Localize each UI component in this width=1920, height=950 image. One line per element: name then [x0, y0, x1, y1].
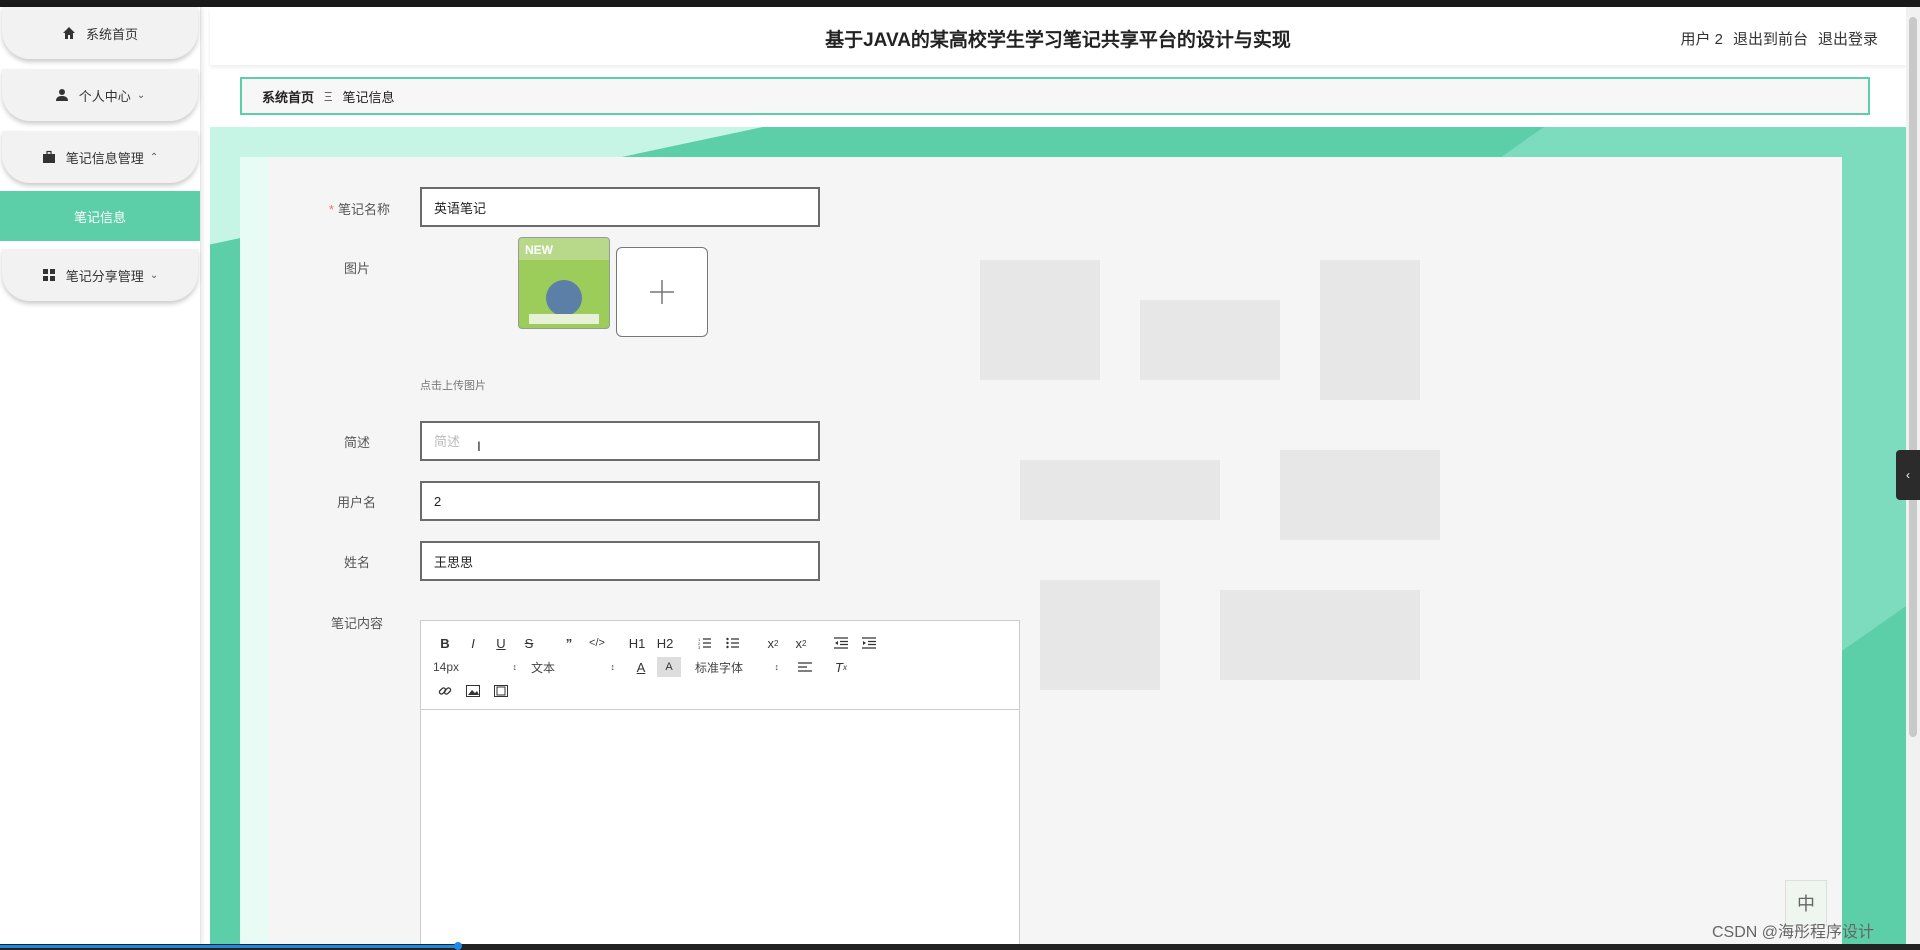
sidebar-subitem-label: 笔记信息 — [73, 209, 126, 225]
heading-2-button[interactable]: H2 — [653, 633, 677, 653]
username-input[interactable] — [420, 481, 820, 521]
briefcase-icon — [42, 150, 56, 164]
upload-image-button[interactable] — [616, 247, 708, 337]
uploaded-image-thumbnail[interactable]: NEW — [518, 237, 610, 329]
background-watermark-art — [980, 260, 1440, 690]
book-cover-image: NEW — [519, 238, 609, 328]
description-label: 简述 — [343, 435, 370, 450]
font-size-select[interactable]: 14px ↕ — [433, 660, 517, 674]
ordered-list-icon[interactable]: 123 — [693, 633, 717, 653]
breadcrumb-separator: Ξ — [324, 88, 333, 104]
real-name-label: 姓名 — [343, 555, 370, 570]
taskbar-progress-dot — [454, 942, 462, 950]
upload-hint-text: 点击上传图片 — [420, 380, 486, 392]
italic-button[interactable]: I — [461, 633, 485, 653]
side-panel-toggle[interactable]: ‹ — [1896, 450, 1920, 500]
image-label: 图片 — [343, 261, 370, 276]
watermark-text: CSDN @海彤程序设计 — [1712, 924, 1875, 941]
sidebar: 系统首页 个人中心 ⌄ 笔记信息管理 ⌃ 笔记信息 笔记分享管理 ⌄ — [0, 7, 201, 944]
breadcrumb-home-link[interactable]: 系统首页 — [262, 87, 314, 106]
page-title: 基于JAVA的某高校学生学习笔记共享平台的设计与实现 — [825, 30, 1291, 51]
chevron-down-icon: ⌄ — [136, 89, 146, 101]
select-arrows-icon: ↕ — [774, 662, 780, 672]
superscript-button[interactable]: x2 — [789, 633, 813, 653]
required-asterisk: * — [328, 202, 334, 217]
clear-format-icon[interactable]: Tx — [829, 657, 853, 677]
breadcrumb-current: 笔记信息 — [342, 89, 395, 105]
text-cursor-icon: I — [477, 438, 481, 454]
plus-icon — [650, 280, 674, 304]
select-arrows-icon: ↕ — [610, 662, 616, 672]
bold-button[interactable]: B — [433, 633, 457, 653]
window-top-edge — [0, 0, 1920, 7]
font-size-value: 14px — [433, 660, 460, 674]
real-name-input[interactable] — [420, 541, 820, 581]
user-icon — [55, 88, 69, 102]
background-color-icon[interactable]: A — [657, 657, 681, 677]
ime-label: 中 — [1797, 894, 1815, 914]
link-icon[interactable] — [433, 681, 457, 701]
scrollbar-thumb[interactable] — [1909, 17, 1917, 737]
svg-text:NEW: NEW — [525, 243, 554, 257]
sidebar-item-label: 系统首页 — [85, 26, 138, 42]
rich-text-editor: B I U S ” </> H1 H2 123 x2 x2 14px ↕ 文本 … — [420, 620, 1020, 950]
code-block-button[interactable]: </> — [585, 633, 609, 653]
font-family-select[interactable]: 标准字体 ↕ — [695, 659, 779, 676]
note-name-input[interactable] — [420, 187, 820, 227]
image-icon[interactable] — [461, 681, 485, 701]
font-family-value: 标准字体 — [695, 660, 744, 675]
logout-link[interactable]: 退出登录 — [1818, 28, 1878, 49]
strikethrough-button[interactable]: S — [517, 633, 541, 653]
username-label: 用户名 — [336, 495, 376, 510]
sidebar-item-home[interactable]: 系统首页 — [2, 7, 198, 59]
video-icon[interactable] — [489, 681, 513, 701]
note-name-label: * 笔记名称 — [280, 199, 390, 218]
select-arrows-icon: ↕ — [512, 662, 518, 672]
bullet-list-icon[interactable] — [721, 633, 745, 653]
top-header: 基于JAVA的某高校学生学习笔记共享平台的设计与实现 用户 2 退出到前台 退出… — [210, 7, 1906, 65]
sidebar-item-label: 笔记分享管理 — [65, 268, 144, 284]
sidebar-item-personal[interactable]: 个人中心 ⌄ — [2, 69, 198, 121]
heading-2-label: H2 — [656, 635, 674, 651]
chevron-left-icon: ‹ — [1906, 468, 1910, 482]
align-icon[interactable] — [793, 657, 817, 677]
underline-button[interactable]: U — [489, 633, 513, 653]
current-user-label: 用户 2 — [1680, 31, 1723, 48]
blockquote-button[interactable]: ” — [557, 633, 581, 653]
sidebar-item-note-share-management[interactable]: 笔记分享管理 ⌄ — [2, 249, 198, 301]
outdent-icon[interactable] — [829, 633, 853, 653]
header-user-actions: 用户 2 退出到前台 退出登录 — [1680, 28, 1878, 49]
sidebar-item-label: 个人中心 — [78, 88, 131, 104]
note-name-label-text: 笔记名称 — [337, 202, 390, 217]
heading-1-button[interactable]: H1 — [625, 633, 649, 653]
breadcrumb: 系统首页 Ξ 笔记信息 — [240, 77, 1870, 115]
subscript-button[interactable]: x2 — [761, 633, 785, 653]
note-content-label: 笔记内容 — [330, 616, 383, 631]
header-select-value: 文本 — [531, 660, 556, 675]
heading-1-label: H1 — [628, 635, 646, 651]
chevron-up-icon: ⌃ — [149, 151, 159, 163]
taskbar-progress — [0, 945, 460, 948]
sidebar-item-label: 笔记信息管理 — [65, 150, 144, 166]
grid-icon — [42, 268, 56, 282]
editor-toolbar: B I U S ” </> H1 H2 123 x2 x2 14px ↕ 文本 … — [421, 621, 1019, 710]
header-select[interactable]: 文本 ↕ — [531, 659, 615, 676]
font-color-icon[interactable]: A — [629, 657, 653, 677]
sidebar-subitem-note-info[interactable]: 笔记信息 — [0, 191, 200, 241]
indent-icon[interactable] — [857, 633, 881, 653]
home-icon — [62, 26, 76, 40]
editor-content-area[interactable] — [421, 710, 1019, 950]
exit-to-front-link[interactable]: 退出到前台 — [1733, 28, 1808, 49]
sidebar-item-note-info-management[interactable]: 笔记信息管理 ⌃ — [2, 131, 198, 183]
chevron-down-icon: ⌄ — [149, 269, 159, 281]
svg-text:3: 3 — [698, 645, 701, 649]
